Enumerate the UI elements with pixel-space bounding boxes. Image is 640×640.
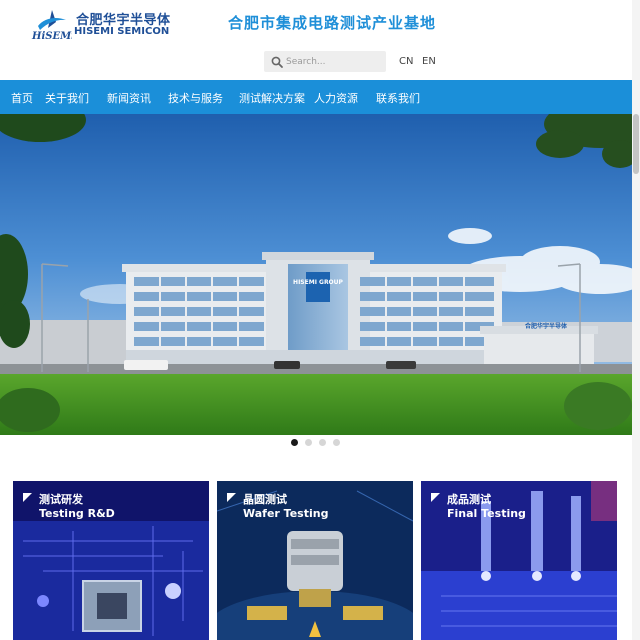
nav-hr[interactable]: 人力资源: [314, 90, 358, 106]
building-sign: HISEMI GROUP: [293, 279, 343, 286]
slide-dot-4[interactable]: [333, 439, 340, 446]
slide-dot-2[interactable]: [305, 439, 312, 446]
search-box[interactable]: [264, 51, 386, 72]
nav-technology[interactable]: 技术与服务: [168, 90, 223, 106]
card-title-en: Wafer Testing: [243, 507, 329, 520]
logo-mark-icon: HiSEMi: [31, 10, 72, 42]
banner-pagination: [0, 435, 632, 453]
page-scrollbar[interactable]: [632, 0, 640, 640]
logo-name-en: HISEMI SEMICON: [74, 26, 170, 37]
service-card-wafer-testing[interactable]: 晶圆测试 Wafer Testing: [217, 481, 413, 640]
site-logo[interactable]: HiSEMi 合肥华宇半导体 HISEMI SEMICON: [30, 8, 170, 42]
nav-home[interactable]: 首页: [11, 90, 33, 106]
card-title-cn: 晶圆测试: [243, 493, 287, 506]
scrollbar-thumb[interactable]: [633, 114, 639, 174]
site-header: HiSEMi 合肥华宇半导体 HISEMI SEMICON 合肥市集成电路测试产…: [0, 0, 632, 80]
service-card-testing-rd[interactable]: 测试研发 Testing R&D: [13, 481, 209, 640]
gate-sign: 合肥华宇半导体: [525, 322, 568, 330]
nav-about[interactable]: 关于我们: [45, 90, 89, 106]
slide-dot-1[interactable]: [291, 439, 298, 446]
card-title-cn: 成品测试: [447, 493, 491, 506]
banner-image: HISEMI GROUP 合肥华宇半导体: [0, 114, 632, 435]
corner-arrow-icon: [23, 493, 32, 502]
card-title-cn: 测试研发: [39, 493, 83, 506]
header-slogan: 合肥市集成电路测试产业基地: [228, 14, 437, 32]
corner-arrow-icon: [227, 493, 236, 502]
lang-en-link[interactable]: EN: [422, 56, 436, 67]
nav-contact[interactable]: 联系我们: [376, 90, 420, 106]
lang-cn-link[interactable]: CN: [399, 56, 413, 67]
nav-news[interactable]: 新闻资讯: [107, 90, 151, 106]
search-input[interactable]: [286, 53, 380, 70]
main-nav: 首页 关于我们 新闻资讯 技术与服务 测试解决方案 人力资源 联系我们: [0, 80, 632, 114]
svg-text:HiSEMi: HiSEMi: [31, 31, 72, 42]
search-icon[interactable]: [270, 55, 284, 69]
slide-dot-3[interactable]: [319, 439, 326, 446]
nav-solutions[interactable]: 测试解决方案: [239, 90, 305, 106]
hero-banner[interactable]: HISEMI GROUP 合肥华宇半导体: [0, 114, 632, 435]
card-title-en: Final Testing: [447, 507, 526, 520]
card-title-en: Testing R&D: [39, 507, 115, 520]
corner-arrow-icon: [431, 493, 440, 502]
service-card-final-testing[interactable]: 成品测试 Final Testing: [421, 481, 617, 640]
